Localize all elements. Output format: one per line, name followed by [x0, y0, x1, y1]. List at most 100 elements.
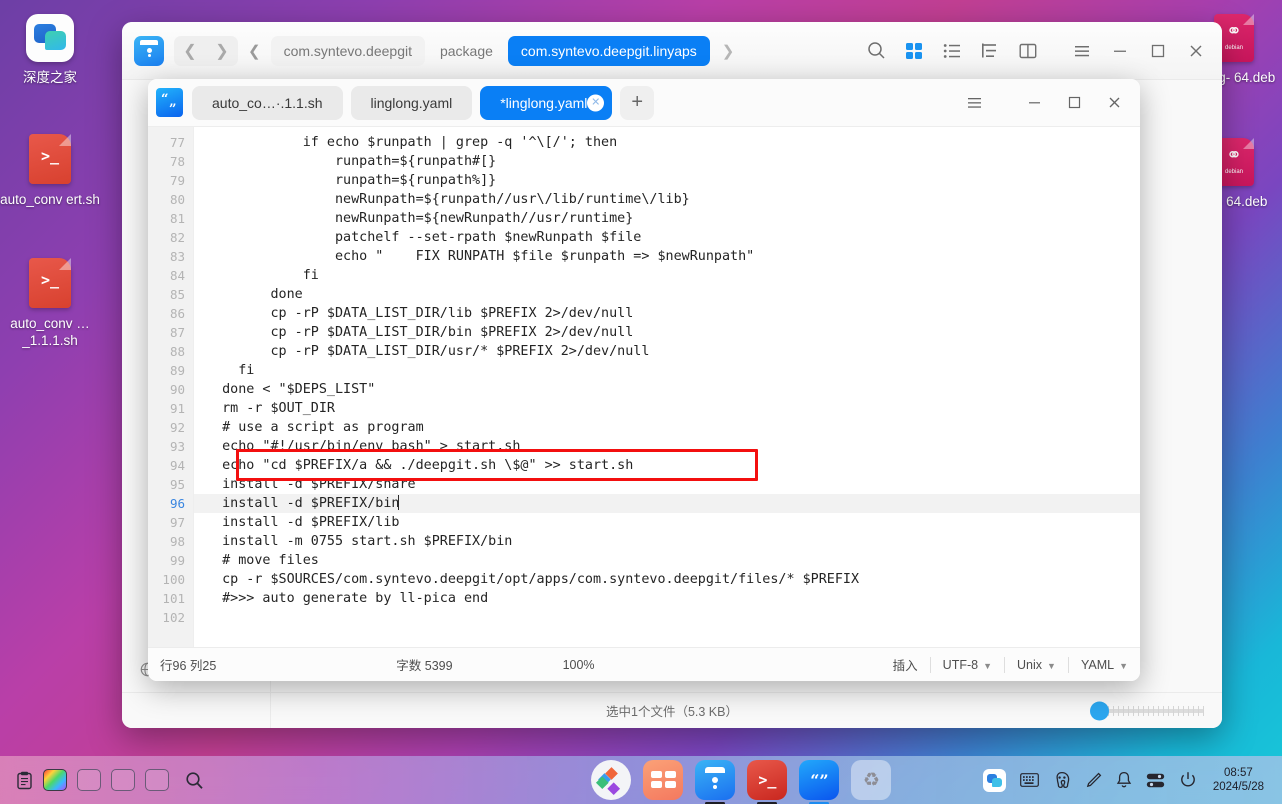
file-manager-icon[interactable] [695, 760, 736, 804]
editor-tab-bar: auto_co…·.1.1.sh linglong.yaml *linglong… [192, 85, 954, 120]
maximize-button[interactable] [1054, 85, 1094, 121]
code-line[interactable]: fi [206, 266, 1140, 285]
app-launcher-icon[interactable] [591, 760, 632, 800]
forward-button[interactable]: ❯ [206, 36, 238, 66]
list-view-icon[interactable] [934, 34, 970, 68]
code-line[interactable]: fi [206, 361, 1140, 380]
line-number: 79 [169, 173, 185, 188]
back-button[interactable]: ❮ [174, 36, 206, 66]
code-line[interactable]: install -d $PREFIX/bin [194, 494, 1140, 513]
search-icon[interactable] [858, 34, 894, 68]
app-store-icon[interactable] [643, 760, 684, 800]
notification-icon[interactable] [1116, 771, 1132, 789]
code-line[interactable]: echo "#!/usr/bin/env bash" > start.sh [206, 437, 1140, 456]
code-line[interactable]: newRunpath=${newRunpath//usr/runtime} [206, 209, 1140, 228]
code-line[interactable]: # use a script as program [206, 418, 1140, 437]
zoom-slider[interactable] [1090, 701, 1204, 720]
line-number: 98 [169, 534, 185, 549]
line-number: 92 [169, 420, 185, 435]
code-editor-area[interactable]: 77 78 79 80 81 82 83 84 85 86 87 88 89 90 91 92 93 94 95 96… [148, 127, 1140, 647]
code-line[interactable]: install -m 0755 start.sh $PREFIX/bin [206, 532, 1140, 551]
breadcrumb-item-1[interactable]: package [427, 36, 506, 66]
code-line[interactable]: install -d $PREFIX/share [206, 475, 1140, 494]
terminal-icon[interactable]: >_ [747, 760, 788, 804]
voice-icon[interactable] [1053, 771, 1071, 789]
desktop-icon-label-line1: auto_conv [0, 192, 63, 207]
trash-icon[interactable]: ♻ [851, 760, 892, 800]
line-ending-selector[interactable]: Unix ▼ [1017, 658, 1056, 672]
zoom-slider-knob[interactable] [1090, 701, 1109, 720]
desktop-icon-deepin-home[interactable]: 深度之家 [0, 14, 100, 86]
power-icon[interactable] [1179, 771, 1197, 789]
text-editor-icon[interactable]: “” [799, 760, 840, 804]
shell-script-icon: >_ [29, 134, 71, 184]
line-number: 85 [169, 287, 185, 302]
line-number: 97 [169, 515, 185, 530]
desktop-icon-auto-convert-111-sh[interactable]: >_ auto_conv …_1.1.1.sh [0, 258, 100, 349]
code-line[interactable]: rm -r $OUT_DIR [206, 399, 1140, 418]
pen-icon[interactable] [1085, 772, 1102, 789]
clipboard-icon[interactable] [16, 771, 33, 790]
close-button[interactable] [1178, 34, 1214, 68]
taskbar-left-section [0, 769, 500, 791]
search-icon[interactable] [185, 771, 204, 790]
breadcrumb-item-2[interactable]: com.syntevo.deepgit.linyaps [507, 35, 710, 66]
code-line[interactable]: echo "cd $PREFIX/a && ./deepgit.sh \$@" … [206, 456, 1140, 475]
code-line[interactable]: #>>> auto generate by ll-pica end [206, 589, 1140, 608]
control-center-icon[interactable] [1146, 773, 1165, 788]
code-line[interactable]: echo " FIX RUNPATH $file $runpath => $ne… [206, 247, 1140, 266]
minimize-button[interactable] [1102, 34, 1138, 68]
file-manager-statusbar: 选中1个文件（5.3 KB） [122, 692, 1222, 728]
code-line[interactable]: patchelf --set-rpath $newRunpath $file [206, 228, 1140, 247]
code-line[interactable]: install -d $PREFIX/lib [206, 513, 1140, 532]
icon-view-icon[interactable] [896, 34, 932, 68]
tree-view-icon[interactable] [972, 34, 1008, 68]
code-line[interactable]: if echo $runpath | grep -q '^\[/'; then [206, 133, 1140, 152]
new-tab-button[interactable]: + [620, 85, 655, 120]
editor-tab-auto-convert[interactable]: auto_co…·.1.1.sh [192, 85, 343, 120]
workspace-4[interactable] [145, 769, 169, 791]
maximize-button[interactable] [1140, 34, 1176, 68]
code-line[interactable]: done < "$DEPS_LIST" [206, 380, 1140, 399]
insert-mode[interactable]: 插入 [893, 655, 918, 674]
zoom-slider-ticks [1108, 705, 1204, 716]
code-line[interactable]: # move files [206, 551, 1140, 570]
code-line[interactable]: cp -rP $DATA_LIST_DIR/lib $PREFIX 2>/dev… [206, 304, 1140, 323]
status-divider [1067, 656, 1069, 673]
line-number: 81 [169, 211, 185, 226]
tab-close-icon[interactable]: ✕ [587, 94, 605, 111]
editor-window-buttons [954, 85, 1134, 121]
minimize-button[interactable] [1014, 85, 1054, 121]
keyboard-icon[interactable] [1019, 773, 1039, 787]
split-view-icon[interactable] [1010, 34, 1046, 68]
code-line[interactable]: cp -rP $DATA_LIST_DIR/usr/* $PREFIX 2>/d… [206, 342, 1140, 361]
code-line[interactable]: done [206, 285, 1140, 304]
desktop-icon-auto-convert-sh[interactable]: >_ auto_conv ert.sh [0, 134, 100, 208]
taskbar-clock[interactable]: 08:57 2024/5/28 [1213, 766, 1268, 794]
editor-tab-linglong-yaml[interactable]: linglong.yaml [350, 85, 473, 120]
clock-date: 2024/5/28 [1212, 781, 1264, 793]
encoding-selector[interactable]: UTF-8 ▼ [943, 658, 992, 672]
code-line[interactable] [206, 608, 1140, 627]
code-text-area[interactable]: if echo $runpath | grep -q '^\[/'; then … [194, 127, 1140, 647]
code-line[interactable]: cp -rP $DATA_LIST_DIR/bin $PREFIX 2>/dev… [206, 323, 1140, 342]
deepin-assistant-icon[interactable] [982, 768, 1006, 792]
language-selector[interactable]: YAML ▼ [1081, 658, 1128, 672]
close-button[interactable] [1094, 85, 1134, 121]
breadcrumb-item-0[interactable]: com.syntevo.deepgit [270, 35, 425, 66]
hamburger-icon[interactable] [954, 85, 994, 121]
clock-time: 08:57 [1224, 767, 1253, 779]
breadcrumb-collapse-icon[interactable]: ❮ [246, 42, 269, 60]
code-line[interactable]: runpath=${runpath%]} [206, 171, 1140, 190]
workspace-3[interactable] [111, 769, 135, 791]
code-line[interactable]: newRunpath=${runpath//usr\/lib/runtime\/… [206, 190, 1140, 209]
menu-icon[interactable] [1064, 34, 1100, 68]
code-line[interactable]: cp -r $SOURCES/com.syntevo.deepgit/opt/a… [206, 570, 1140, 589]
code-line[interactable]: runpath=${runpath#[} [206, 152, 1140, 171]
breadcrumb-next-icon[interactable]: ❯ [712, 42, 745, 60]
cursor-position: 行96 列25 [160, 659, 217, 673]
workspace-1[interactable] [43, 769, 67, 791]
editor-tab-linglong-yaml-modified[interactable]: *linglong.yaml ✕ [480, 85, 613, 120]
line-number: 90 [169, 382, 185, 397]
workspace-2[interactable] [77, 769, 101, 791]
